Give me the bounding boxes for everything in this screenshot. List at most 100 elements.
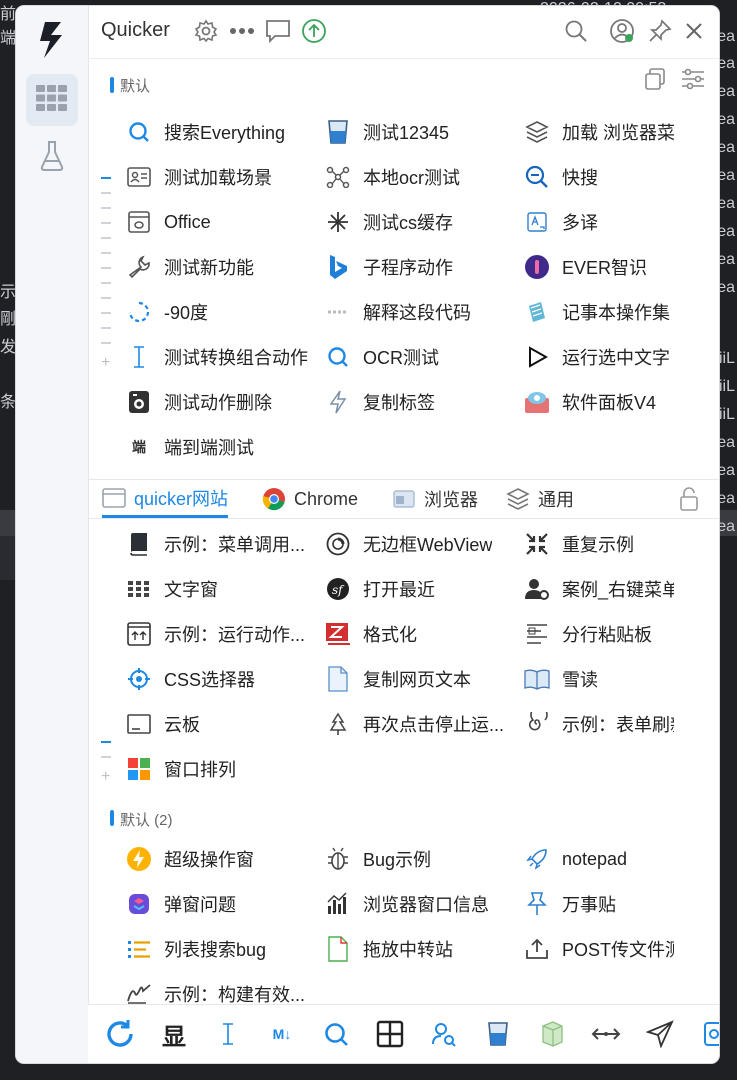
upgrade-icon[interactable] — [300, 17, 328, 45]
search-icon[interactable] — [320, 1018, 352, 1050]
action-item[interactable]: sf 打开最近 — [325, 571, 510, 607]
user-search-icon[interactable] — [428, 1018, 460, 1050]
flask-icon — [39, 140, 65, 177]
background-text: ea — [717, 223, 735, 240]
action-item[interactable]: 测试12345 — [325, 114, 510, 150]
action-item[interactable]: 测试加载场景 — [126, 159, 311, 195]
action-item[interactable]: CSS选择器 — [126, 661, 311, 697]
wrench-icon — [126, 254, 152, 280]
resize-icon[interactable] — [590, 1018, 622, 1050]
copy-icon[interactable] — [644, 67, 666, 96]
action-item[interactable]: 端 端到端测试 — [126, 429, 311, 465]
action-label: 重复示例 — [562, 535, 634, 555]
action-item[interactable]: 再次点击停止运... — [325, 706, 510, 742]
action-item[interactable]: 运行选中文字 — [524, 339, 674, 375]
close-icon[interactable] — [680, 17, 708, 45]
markdown-icon[interactable]: M↓ — [266, 1018, 298, 1050]
tab-general[interactable]: 通用 — [506, 480, 574, 518]
grid-window-icon[interactable] — [374, 1018, 406, 1050]
action-item[interactable]: 快搜 — [524, 159, 674, 195]
action-item[interactable]: 测试转换组合动作 — [126, 339, 311, 375]
chrome-icon — [262, 487, 286, 511]
action-item[interactable]: 无边框WebView — [325, 526, 510, 562]
text-cursor-icon[interactable] — [212, 1018, 244, 1050]
refresh-icon[interactable] — [104, 1018, 136, 1050]
action-item[interactable]: 窗口排列 — [126, 751, 311, 787]
background-text: 剛 — [0, 311, 17, 328]
actions-view-button[interactable] — [26, 74, 78, 126]
action-item[interactable]: 测试新功能 — [126, 249, 311, 285]
action-item[interactable]: EVER智识 — [524, 249, 674, 285]
shortcuts-icon — [126, 891, 152, 917]
action-item[interactable]: 复制网页文本 — [325, 661, 510, 697]
page-indicator: + — [101, 177, 111, 371]
action-item[interactable]: 本地ocr测试 — [325, 159, 510, 195]
action-item[interactable]: 云板 — [126, 706, 311, 742]
action-item[interactable]: 分行粘贴板 — [524, 616, 674, 652]
action-item[interactable]: POST传文件测试 — [524, 931, 674, 967]
xian-icon[interactable]: 显 — [158, 1018, 190, 1051]
gear-icon[interactable] — [192, 17, 220, 45]
action-item[interactable]: 万事贴 — [524, 886, 674, 922]
action-item[interactable]: 示例：运行动作... — [126, 616, 311, 652]
action-item[interactable]: 加载 浏览器菜... — [524, 114, 674, 150]
lab-button[interactable] — [26, 132, 78, 184]
file-icon — [325, 936, 351, 962]
action-item[interactable]: 弹窗问题 — [126, 886, 311, 922]
settings-sliders-icon[interactable] — [680, 67, 706, 96]
action-item[interactable]: 测试cs缓存 — [325, 204, 510, 240]
code-icon — [325, 299, 351, 325]
user-icon[interactable] — [608, 17, 636, 45]
left-sidebar — [16, 6, 89, 1063]
action-item[interactable]: 格式化 — [325, 616, 510, 652]
action-label: 测试转换组合动作 — [164, 348, 308, 368]
background-text: ea — [717, 195, 735, 212]
action-item[interactable]: Bug示例 — [325, 841, 510, 877]
action-item[interactable]: 复制标签 — [325, 384, 510, 420]
action-item[interactable]: 解释这段代码 — [325, 294, 510, 330]
pin-icon[interactable] — [646, 17, 674, 45]
action-item[interactable]: 案例_右键菜单... — [524, 571, 674, 607]
action-item[interactable]: OCR测试 — [325, 339, 510, 375]
lock-icon[interactable] — [678, 486, 700, 517]
chat-icon[interactable] — [264, 17, 292, 45]
action-item[interactable]: 测试动作删除 — [126, 384, 311, 420]
action-item[interactable]: notepad — [524, 841, 674, 877]
action-item[interactable]: 软件面板V4 — [524, 384, 674, 420]
action-item[interactable]: 雪读 — [524, 661, 674, 697]
action-item[interactable]: 记事本操作集 — [524, 294, 674, 330]
action-item[interactable]: 列表搜索bug — [126, 931, 311, 967]
action-item[interactable]: Office — [126, 204, 311, 240]
panel-icon — [524, 389, 550, 415]
background-text: 发 — [0, 339, 17, 356]
tiles-icon — [126, 756, 152, 782]
action-item[interactable]: 浏览器窗口信息 — [325, 886, 510, 922]
action-item[interactable]: 搜索Everything — [126, 114, 311, 150]
action-label: Office — [164, 211, 211, 232]
action-item[interactable]: 重复示例 — [524, 526, 674, 562]
action-item[interactable]: 示例：菜单调用... — [126, 526, 311, 562]
cube-icon[interactable] — [536, 1018, 568, 1050]
group-title: 默认 (2) — [120, 812, 173, 829]
id-card-icon — [126, 164, 152, 190]
action-item[interactable]: -90度 — [126, 294, 311, 330]
tab-chrome[interactable]: Chrome — [262, 480, 358, 518]
tab-browser[interactable]: 浏览器 — [392, 480, 478, 518]
send-icon[interactable] — [644, 1018, 676, 1050]
cup-icon[interactable] — [482, 1018, 514, 1050]
nodes-icon — [325, 164, 351, 190]
duan-icon: 端 — [132, 439, 146, 455]
action-item[interactable]: 超级操作窗 — [126, 841, 311, 877]
app-icon[interactable] — [698, 1018, 719, 1050]
action-item[interactable]: 子程序动作 — [325, 249, 510, 285]
action-item[interactable]: 示例：表单刷新... — [524, 706, 674, 742]
action-item[interactable]: 文字窗 — [126, 571, 311, 607]
camera-icon — [126, 389, 152, 415]
action-item[interactable]: 多译 — [524, 204, 674, 240]
action-item[interactable]: 拖放中转站 — [325, 931, 510, 967]
more-icon[interactable] — [228, 17, 256, 45]
search-icon[interactable] — [562, 17, 590, 45]
action-label: 记事本操作集 — [562, 303, 670, 323]
tab-quicker-site[interactable]: quicker网站 — [102, 480, 229, 518]
bolt-icon — [325, 389, 351, 415]
